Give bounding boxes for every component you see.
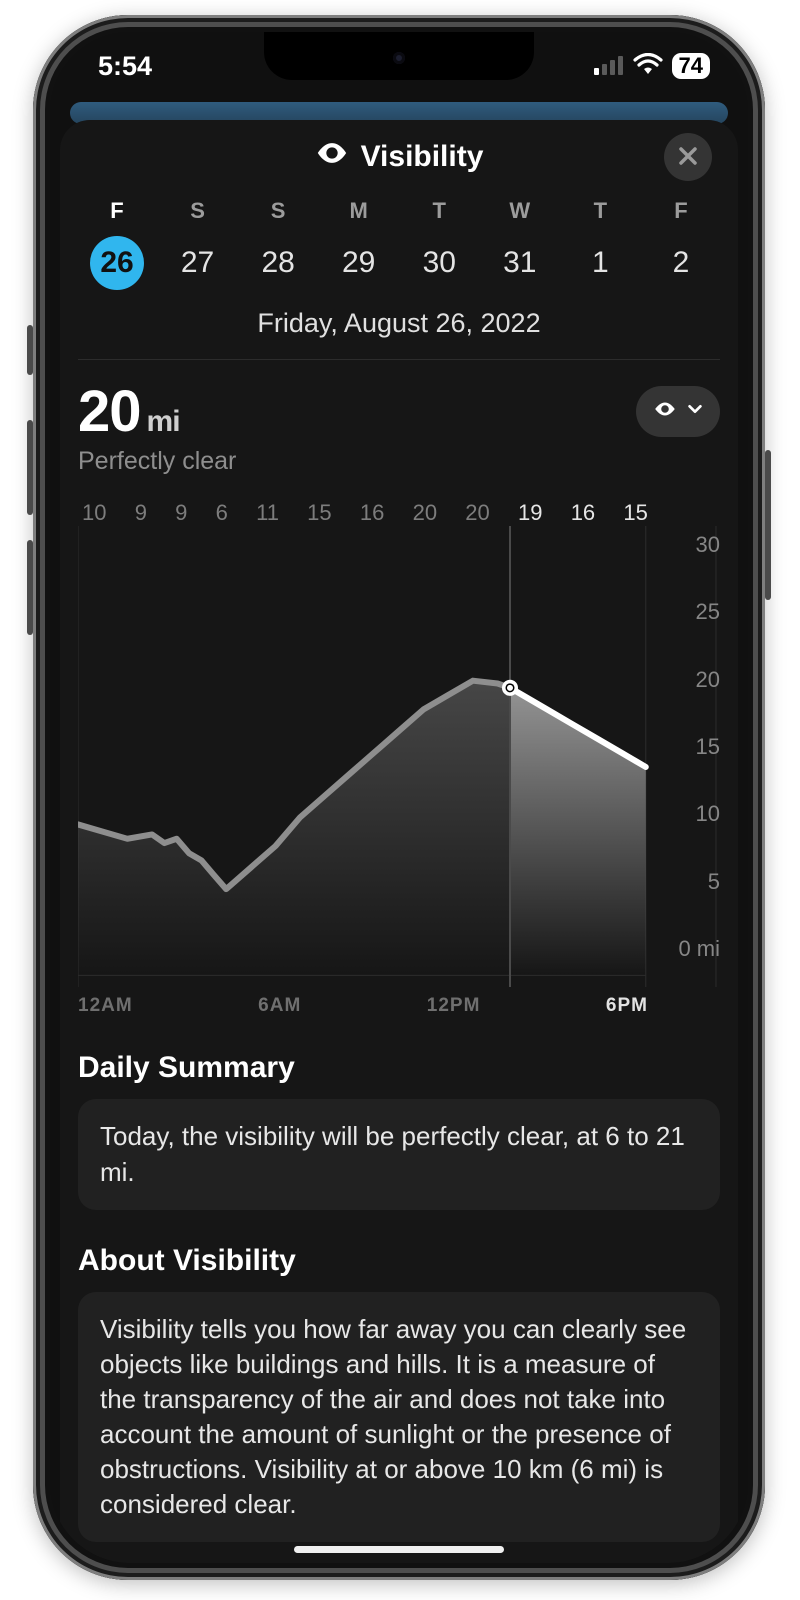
- card-header: Visibility: [78, 120, 720, 194]
- notch: [264, 32, 534, 80]
- day-number: 1: [573, 236, 627, 290]
- day-number: 26: [90, 236, 144, 290]
- chart-y-tick: 15: [678, 734, 720, 760]
- chart-top-label: 20: [413, 500, 437, 526]
- chevron-down-icon: [686, 400, 704, 423]
- mute-switch[interactable]: [27, 325, 33, 375]
- chart-top-label: 15: [623, 500, 647, 526]
- volume-down-button[interactable]: [27, 540, 33, 635]
- chart-top-label: 11: [256, 500, 279, 526]
- day-number: 30: [412, 236, 466, 290]
- wifi-icon: [633, 51, 663, 82]
- day-28[interactable]: S 28: [241, 198, 315, 290]
- chart-plot: [78, 526, 720, 987]
- day-of-week: W: [509, 198, 530, 224]
- day-number: 29: [332, 236, 386, 290]
- current-value: 20mi: [78, 378, 236, 445]
- day-26[interactable]: F 26: [80, 198, 154, 290]
- phone-frame: 5:54 74: [33, 15, 765, 1580]
- chart-y-tick: 25: [678, 599, 720, 625]
- day-31[interactable]: W 31: [483, 198, 557, 290]
- date-line: Friday, August 26, 2022: [78, 308, 720, 360]
- day-number: 27: [171, 236, 225, 290]
- chart-top-label: 10: [82, 500, 106, 526]
- day-2[interactable]: F2: [644, 198, 718, 290]
- day-29[interactable]: M 29: [322, 198, 396, 290]
- visibility-card: Visibility F26S27S28M29T30W31T1F2 Friday…: [60, 120, 738, 1563]
- chart-y-tick: 5: [678, 869, 720, 895]
- chart-x-ticks: 12AM 6AM 12PM 6PM: [78, 995, 720, 1017]
- day-number: 2: [654, 236, 708, 290]
- eye-icon: [315, 136, 349, 178]
- chart-top-label: 19: [518, 500, 542, 526]
- chart-top-labels: 10 9 9 6 11 15 16 20 20 19 16 15: [78, 500, 720, 526]
- day-of-week: S: [271, 198, 286, 224]
- day-number: 31: [493, 236, 547, 290]
- close-icon: [678, 141, 698, 173]
- chart-top-label: 16: [571, 500, 595, 526]
- day-of-week: S: [190, 198, 205, 224]
- day-of-week: T: [594, 198, 607, 224]
- chart-top-label: 16: [360, 500, 384, 526]
- current-value-number: 20: [78, 379, 141, 444]
- day-27[interactable]: S 27: [161, 198, 235, 290]
- day-of-week: F: [110, 198, 123, 224]
- volume-up-button[interactable]: [27, 420, 33, 515]
- chart-x-tick: 6PM: [606, 995, 648, 1017]
- day-of-week: T: [433, 198, 446, 224]
- chart-y-tick: 20: [678, 667, 720, 693]
- current-description: Perfectly clear: [78, 447, 236, 476]
- day-1[interactable]: T1: [563, 198, 637, 290]
- visibility-chart[interactable]: 10 9 9 6 11 15 16 20 20 19 16 15 30 25 20 15 10 5 0 mi 12…: [78, 500, 720, 1017]
- card-title-text: Visibility: [361, 140, 484, 174]
- chart-y-tick: 0 mi: [678, 936, 720, 962]
- day-of-week: F: [674, 198, 687, 224]
- home-indicator[interactable]: [294, 1546, 504, 1553]
- cellular-icon: [594, 51, 624, 82]
- about-heading: About Visibility: [78, 1244, 720, 1278]
- chart-x-tick: 12AM: [78, 995, 133, 1017]
- chart-y-tick: 30: [678, 532, 720, 558]
- about-panel: Visibility tells you how far away you ca…: [78, 1292, 720, 1543]
- chart-y-tick: 10: [678, 801, 720, 827]
- daily-summary-heading: Daily Summary: [78, 1051, 720, 1085]
- chart-y-ticks: 30 25 20 15 10 5 0 mi: [678, 532, 720, 962]
- chart-top-label: 9: [135, 500, 147, 526]
- screen: 5:54 74: [50, 32, 748, 1563]
- chart-top-label: 15: [307, 500, 331, 526]
- day-30[interactable]: T 30: [402, 198, 476, 290]
- day-number: 28: [251, 236, 305, 290]
- battery-indicator: 74: [672, 53, 710, 79]
- day-strip: F26S27S28M29T30W31T1F2: [78, 198, 720, 290]
- power-button[interactable]: [765, 450, 771, 600]
- chart-top-label: 9: [175, 500, 187, 526]
- eye-icon: [652, 396, 678, 427]
- metric-selector[interactable]: [636, 386, 720, 437]
- status-time: 5:54: [98, 51, 152, 82]
- current-value-unit: mi: [147, 405, 180, 438]
- chart-x-tick: 6AM: [258, 995, 301, 1017]
- close-button[interactable]: [664, 133, 712, 181]
- daily-summary-panel: Today, the visibility will be perfectly …: [78, 1099, 720, 1209]
- chart-top-label: 20: [465, 500, 489, 526]
- day-of-week: M: [350, 198, 368, 224]
- chart-x-tick: 12PM: [427, 995, 481, 1017]
- chart-top-label: 6: [216, 500, 228, 526]
